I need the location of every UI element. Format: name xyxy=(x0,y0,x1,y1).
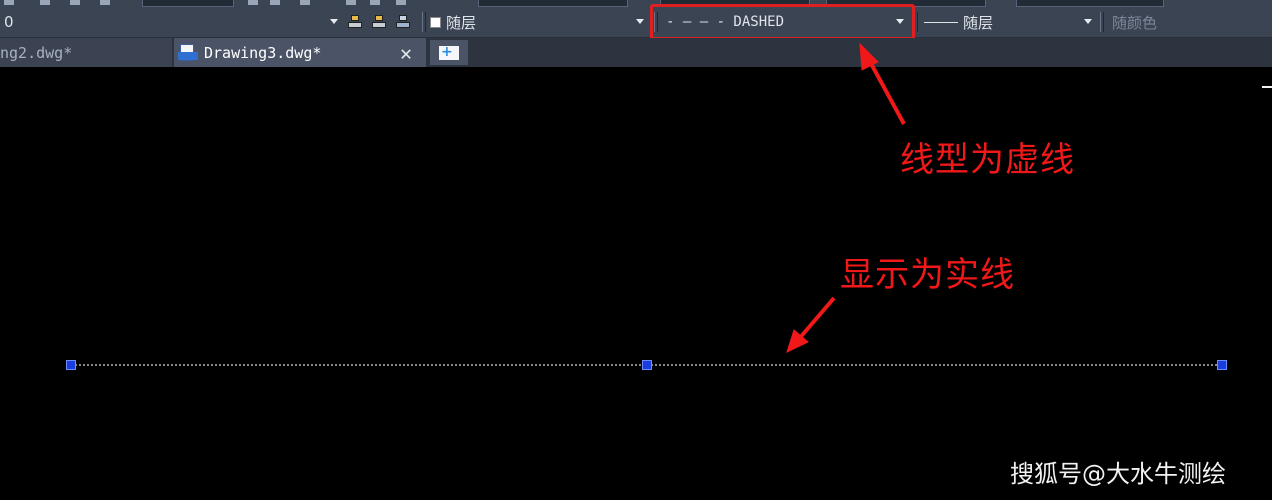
toolbar-icon[interactable] xyxy=(300,0,310,5)
make-current-layer-icon[interactable] xyxy=(348,15,362,28)
toolbar-icon[interactable] xyxy=(70,0,80,5)
new-drawing-icon: + xyxy=(439,45,459,60)
chevron-down-icon xyxy=(330,19,338,24)
chevron-down-icon xyxy=(636,19,644,24)
toolbar-combo[interactable] xyxy=(478,0,628,7)
toolbar-icon[interactable] xyxy=(100,0,110,5)
color-value: 随层 xyxy=(446,13,477,32)
drawing-canvas[interactable] xyxy=(0,67,1272,500)
document-tab-bar: ng2.dwg* Drawing3.dwg* ✕ + xyxy=(0,38,1272,67)
tab-drawing3[interactable]: Drawing3.dwg* ✕ xyxy=(174,38,426,67)
layer-previous-icon[interactable] xyxy=(396,15,410,28)
plotstyle-dropdown: 随颜色 xyxy=(1108,11,1272,33)
toolbar-icon[interactable] xyxy=(396,0,406,5)
new-tab-button[interactable]: + xyxy=(430,40,468,65)
color-swatch-icon xyxy=(430,16,441,28)
linetype-annotation: 线型为虚线 xyxy=(900,140,1075,180)
properties-toolbar: 0 随层 - — — - DASHED 随层 随颜色 xyxy=(0,8,1272,38)
close-icon[interactable]: ✕ xyxy=(400,41,412,65)
watermark: 搜狐号@大水牛测绘 xyxy=(1010,460,1226,488)
chevron-down-icon xyxy=(1084,19,1092,24)
lineweight-value: 随层 xyxy=(963,13,994,32)
lineweight-sample-icon xyxy=(924,21,958,23)
toolbar-icon[interactable] xyxy=(270,0,280,5)
display-annotation: 显示为实线 xyxy=(840,255,1015,295)
layer-match-icon[interactable] xyxy=(372,15,386,28)
toolbar-combo[interactable] xyxy=(142,0,234,7)
toolbar-separator xyxy=(422,12,426,32)
linetype-highlight-box xyxy=(650,4,915,40)
dwg-file-icon xyxy=(178,43,198,62)
plotstyle-value: 随颜色 xyxy=(1112,13,1158,32)
crosshair-cursor xyxy=(1262,86,1272,88)
line-end-grip[interactable] xyxy=(1217,360,1227,370)
line-start-grip[interactable] xyxy=(66,360,76,370)
layer-value: 0 xyxy=(4,13,14,31)
toolbar-icon[interactable] xyxy=(40,0,50,5)
toolbar-separator xyxy=(1100,12,1104,32)
tab-drawing2[interactable]: ng2.dwg* xyxy=(0,38,172,67)
line-mid-grip[interactable] xyxy=(642,360,652,370)
lineweight-dropdown[interactable]: 随层 xyxy=(924,11,1096,33)
upper-toolbar-strip xyxy=(0,0,1272,8)
color-dropdown[interactable]: 随层 xyxy=(430,11,648,33)
toolbar-icon[interactable] xyxy=(248,0,258,5)
toolbar-icon[interactable] xyxy=(346,0,356,5)
toolbar-icon[interactable] xyxy=(4,0,14,5)
toolbar-icon[interactable] xyxy=(370,0,380,5)
toolbar-combo[interactable] xyxy=(1016,0,1164,7)
tab-label: Drawing3.dwg* xyxy=(204,43,322,62)
tab-label: ng2.dwg* xyxy=(0,43,73,62)
layer-dropdown[interactable]: 0 xyxy=(0,11,342,33)
